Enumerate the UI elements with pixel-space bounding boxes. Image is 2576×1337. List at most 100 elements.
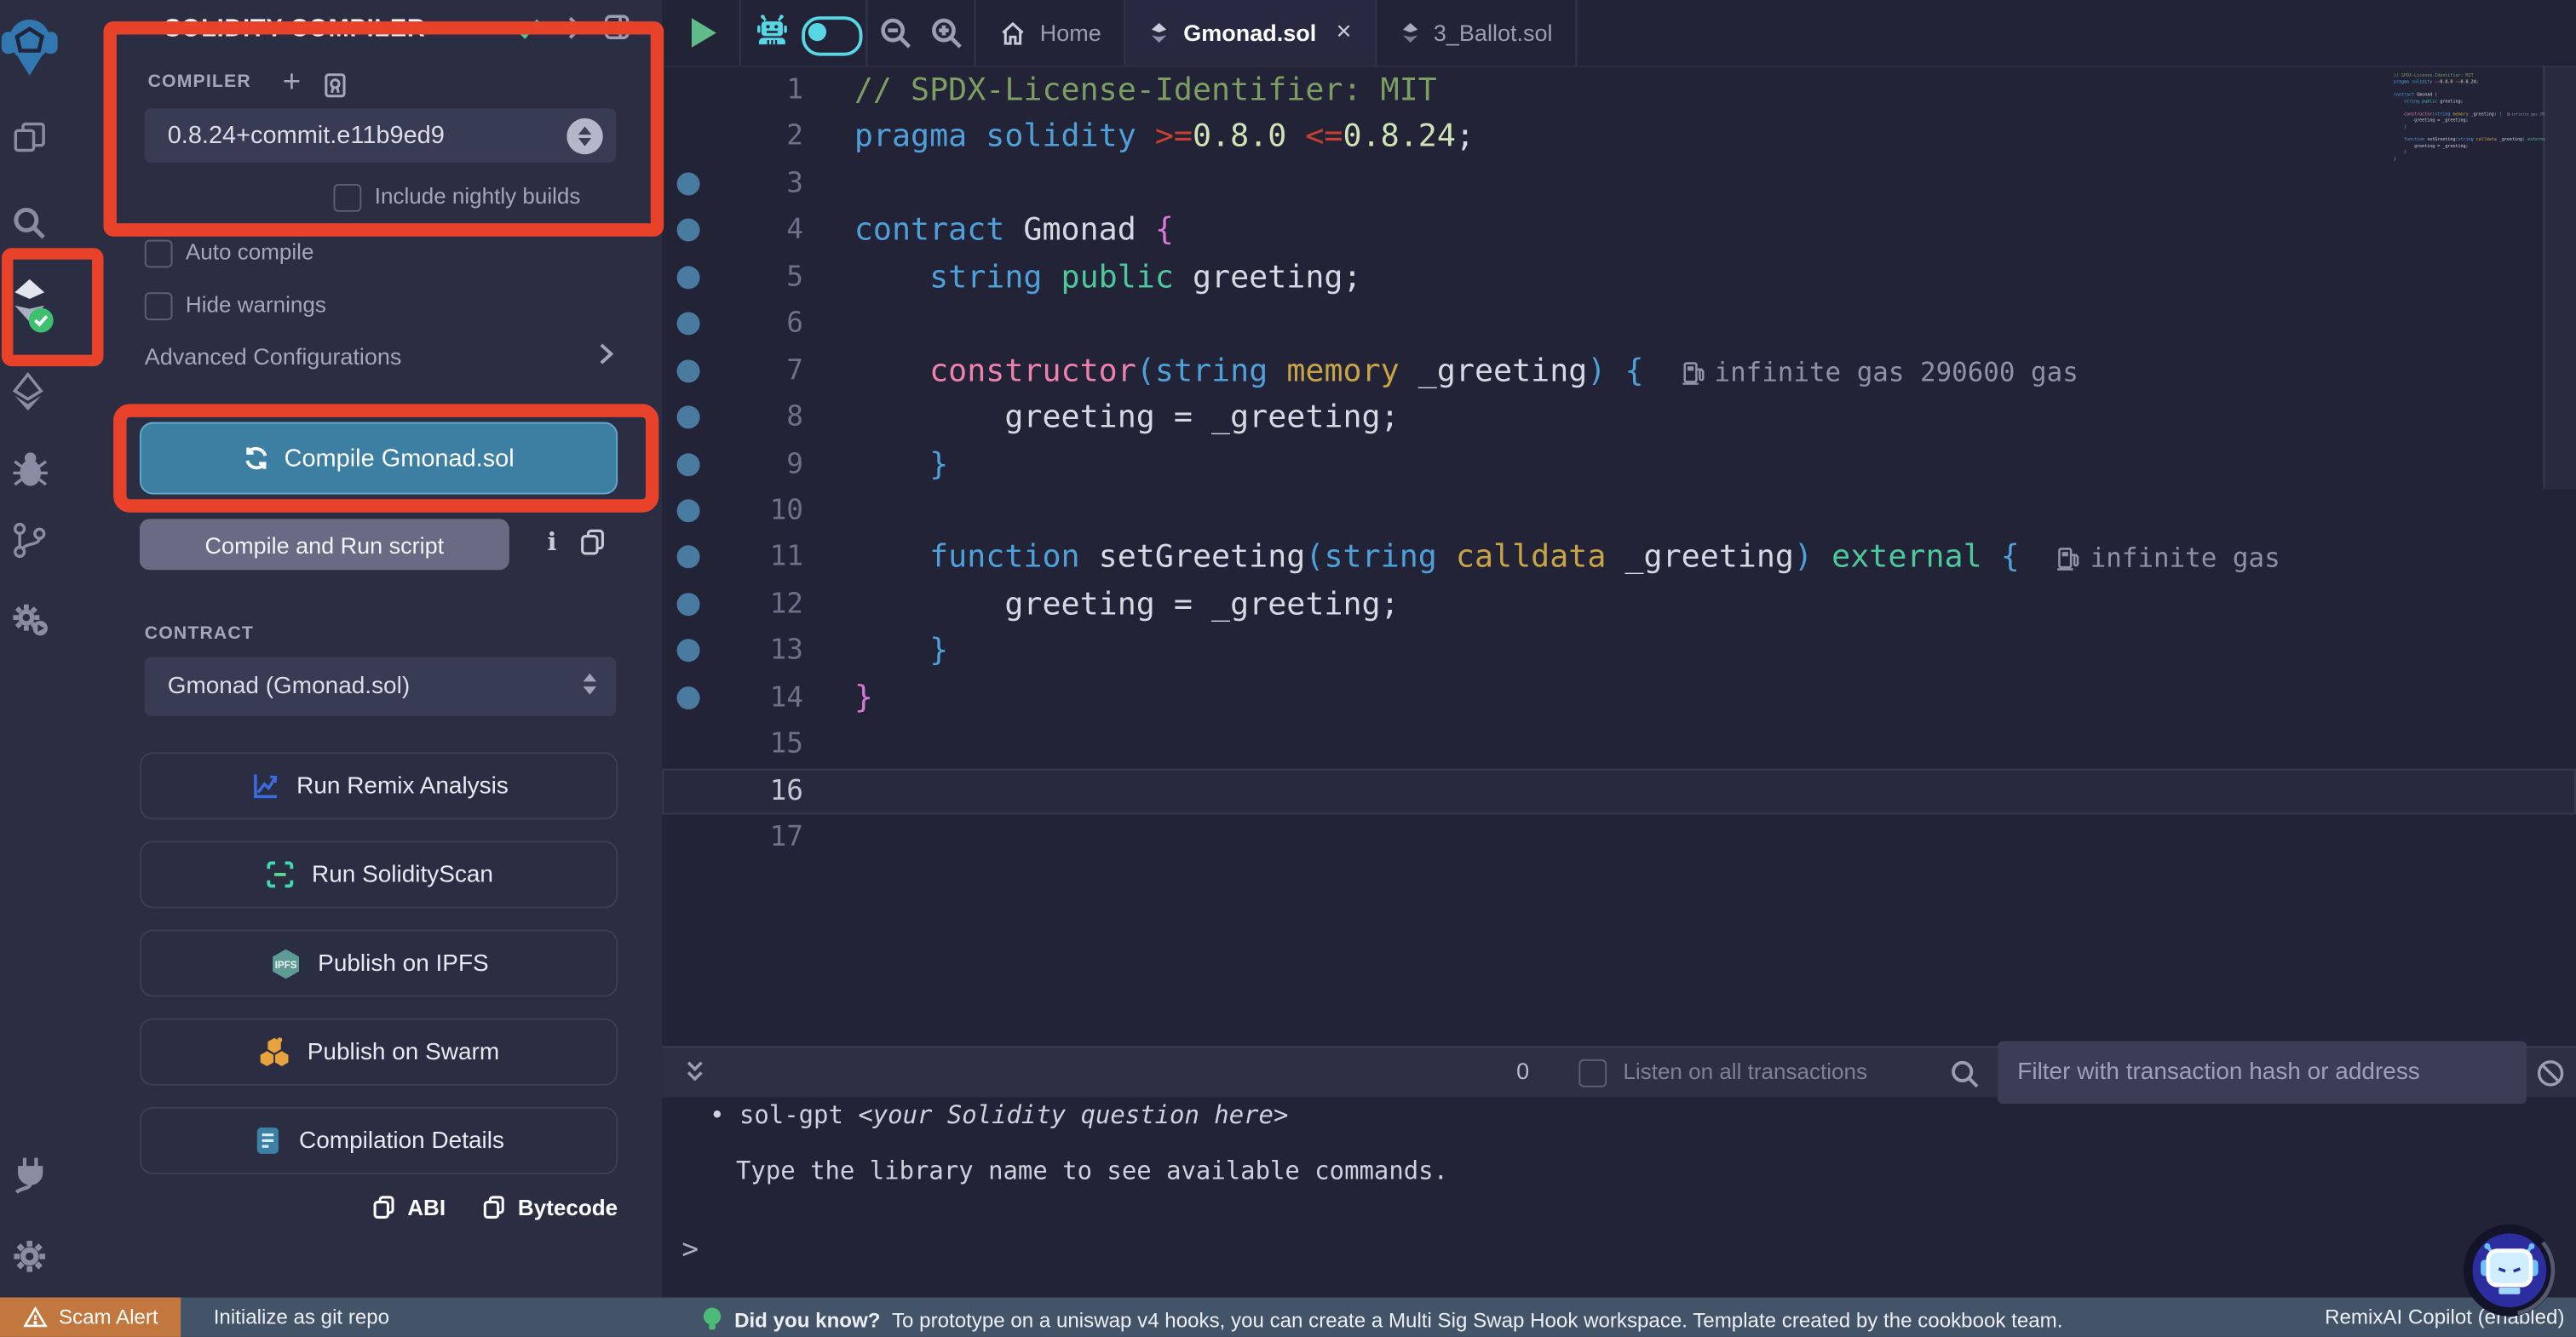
line-number[interactable]: 10 xyxy=(662,488,803,535)
git-init-button[interactable]: Initialize as git repo xyxy=(214,1305,389,1328)
zoom-out-icon[interactable] xyxy=(877,14,915,60)
tab-close-icon[interactable]: × xyxy=(1336,18,1351,48)
code-line-2[interactable]: 2pragma solidity >=0.8.0 <=0.8.24; xyxy=(662,114,2576,161)
tab-gmonad-sol[interactable]: Gmonad.sol × xyxy=(1126,0,1377,66)
code-line-15[interactable]: 15 xyxy=(662,721,2576,768)
run-solidityscan-button[interactable]: Run SolidityScan xyxy=(140,841,618,908)
code-line-5[interactable]: 5 string public greeting; xyxy=(662,254,2576,301)
run-script-play-icon[interactable] xyxy=(692,18,716,48)
line-number[interactable]: 3 xyxy=(662,161,803,208)
code-line-11[interactable]: 11 function setGreeting(string calldata … xyxy=(662,535,2576,582)
panel-chevron-icon[interactable] xyxy=(562,13,589,50)
zoom-in-icon[interactable] xyxy=(929,14,966,60)
copy-script-icon[interactable] xyxy=(578,527,607,565)
search-icon[interactable] xyxy=(0,204,59,243)
code-line-10[interactable]: 10 xyxy=(662,488,2576,535)
line-number[interactable]: 12 xyxy=(662,581,803,628)
line-number[interactable]: 14 xyxy=(662,674,803,721)
listen-transactions-checkbox[interactable] xyxy=(1578,1059,1607,1087)
editor-minimap[interactable]: // SPDX-License-Identifier: MITpragma so… xyxy=(2394,72,2544,269)
code-line-12[interactable]: 12 greeting = _greeting; xyxy=(662,581,2576,628)
line-number[interactable]: 17 xyxy=(662,815,803,862)
line-number[interactable]: 8 xyxy=(662,394,803,441)
remix-ide-window: SOLIDITY COMPILER COMPILER + 0.8.24+comm… xyxy=(0,0,2576,1337)
remix-logo-icon[interactable] xyxy=(0,11,59,80)
publish-ipfs-button[interactable]: IPFS Publish on IPFS xyxy=(140,930,618,997)
code-line-8[interactable]: 8 greeting = _greeting; xyxy=(662,394,2576,441)
tab-ballot-sol[interactable]: 3_Ballot.sol xyxy=(1376,0,1577,66)
code-token: // SPDX-License-Identifier: MIT xyxy=(2394,73,2474,78)
plugin-manager-icon[interactable] xyxy=(0,598,59,642)
code-line-17[interactable]: 17 xyxy=(662,815,2576,862)
compiler-version-select[interactable]: 0.8.24+commit.e11b9ed9 xyxy=(145,108,616,163)
pin-panel-icon[interactable] xyxy=(601,11,633,50)
code-token: 0.8.24 xyxy=(1343,119,1456,155)
terminal-search-icon[interactable] xyxy=(1948,1058,1981,1099)
code-line-14[interactable]: 14} xyxy=(662,674,2576,721)
code-token: pragma solidity xyxy=(2394,79,2435,84)
compile-and-run-button[interactable]: Compile and Run script xyxy=(140,519,509,570)
clear-terminal-icon[interactable] xyxy=(2535,1058,2567,1097)
copilot-toggle[interactable] xyxy=(802,16,862,55)
code-editor[interactable]: 1// SPDX-License-Identifier: MIT2pragma … xyxy=(662,66,2576,1046)
line-number[interactable]: 16 xyxy=(662,768,803,815)
include-nightly-label[interactable]: Include nightly builds xyxy=(375,184,581,209)
code-line-4[interactable]: 4contract Gmonad { xyxy=(662,208,2576,255)
file-explorer-icon[interactable] xyxy=(0,118,59,158)
compilation-details-button[interactable]: Compilation Details xyxy=(140,1107,618,1174)
line-number[interactable]: 7 xyxy=(662,347,803,394)
settings-gear-icon[interactable] xyxy=(0,1235,59,1277)
advanced-chevron-icon[interactable] xyxy=(593,340,618,376)
auto-compile-label[interactable]: Auto compile xyxy=(186,240,314,265)
terminal-line-solgpt: • sol-gpt <your Solidity question here> xyxy=(710,1100,1288,1130)
line-number[interactable]: 11 xyxy=(662,535,803,582)
line-number[interactable]: 2 xyxy=(662,114,803,161)
code-line-6[interactable]: 6 xyxy=(662,301,2576,347)
terminal-output[interactable]: • sol-gpt <your Solidity question here> … xyxy=(662,1095,2576,1297)
deploy-run-icon[interactable] xyxy=(0,371,59,414)
hide-warnings-label[interactable]: Hide warnings xyxy=(186,292,326,317)
svg-text:IPFS: IPFS xyxy=(274,960,296,970)
terminal-prompt[interactable]: > xyxy=(681,1233,699,1266)
copy-abi[interactable]: ABI xyxy=(371,1194,446,1220)
listen-transactions-label[interactable]: Listen on all transactions xyxy=(1623,1059,1867,1084)
transaction-filter-input[interactable] xyxy=(1998,1041,2527,1104)
editor-scrollbar[interactable] xyxy=(2543,66,2576,490)
code-token: ; xyxy=(1456,119,1475,155)
solidity-compiler-icon[interactable] xyxy=(0,273,59,335)
hide-warnings-checkbox[interactable] xyxy=(145,292,173,320)
add-compiler-icon[interactable]: + xyxy=(283,66,301,101)
compiler-license-icon[interactable] xyxy=(320,71,350,108)
line-number[interactable]: 4 xyxy=(662,208,803,255)
code-line-1[interactable]: 1 // SPDX-License-Identifier: MIT xyxy=(662,67,2576,114)
code-line-7[interactable]: 7 constructor(string memory _greeting) {… xyxy=(662,347,2576,394)
copy-bytecode[interactable]: Bytecode xyxy=(481,1194,618,1220)
auto-compile-checkbox[interactable] xyxy=(145,240,173,268)
line-number[interactable]: 9 xyxy=(662,441,803,488)
scam-alert-label: Scam Alert xyxy=(59,1305,158,1328)
code-line-3[interactable]: 3 xyxy=(662,161,2576,208)
line-number[interactable]: 1 xyxy=(662,67,803,114)
code-line-9[interactable]: 9 } xyxy=(662,441,2576,488)
include-nightly-checkbox[interactable] xyxy=(333,184,361,212)
publish-swarm-button[interactable]: Publish on Swarm xyxy=(140,1019,618,1086)
run-remix-analysis-button[interactable]: Run Remix Analysis xyxy=(140,752,618,819)
expand-terminal-icon[interactable] xyxy=(680,1056,710,1097)
scam-alert-button[interactable]: Scam Alert xyxy=(0,1298,181,1337)
contract-select[interactable]: Gmonad (Gmonad.sol) xyxy=(145,657,616,715)
line-number[interactable]: 5 xyxy=(662,254,803,301)
line-number[interactable]: 13 xyxy=(662,628,803,674)
git-icon[interactable] xyxy=(0,519,59,561)
debugger-icon[interactable] xyxy=(0,450,59,491)
compile-button[interactable]: Compile Gmonad.sol xyxy=(140,422,618,495)
plug-icon[interactable] xyxy=(0,1153,59,1197)
info-icon[interactable]: i xyxy=(539,527,566,557)
advanced-configurations[interactable]: Advanced Configurations xyxy=(145,343,402,370)
ai-copilot-robot-icon[interactable] xyxy=(752,13,791,60)
remix-ai-assistant-button[interactable] xyxy=(2461,1222,2558,1319)
line-number[interactable]: 15 xyxy=(662,721,803,768)
code-line-13[interactable]: 13 } xyxy=(662,628,2576,674)
line-number[interactable]: 6 xyxy=(662,301,803,347)
code-line-16[interactable]: 16 xyxy=(662,768,2576,815)
tab-home[interactable]: Home xyxy=(975,0,1126,66)
